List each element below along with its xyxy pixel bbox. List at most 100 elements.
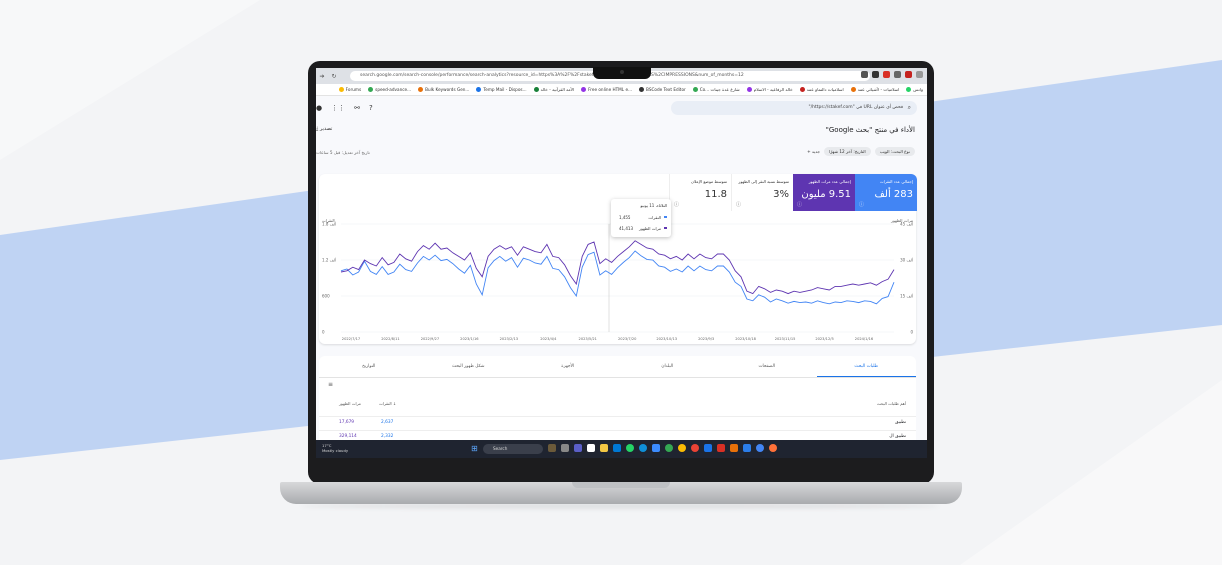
y-tick-right: 15 ألف bbox=[900, 294, 913, 299]
filter-icon[interactable]: ≡ bbox=[328, 381, 333, 388]
bookmark-item[interactable]: Bulk Keywords Gen... bbox=[418, 87, 469, 92]
metric-impressions-value: 9.51 مليون bbox=[801, 189, 851, 200]
store-icon[interactable] bbox=[613, 444, 621, 452]
help-icon[interactable]: ⓘ bbox=[859, 201, 864, 208]
firefox-icon[interactable] bbox=[769, 444, 777, 452]
bookmark-item[interactable]: خالد الرفاعيه - الاسلام bbox=[746, 87, 793, 92]
app-icon[interactable] bbox=[743, 444, 751, 452]
metric-position[interactable]: متوسط موضع الإعلان 11.8 ⓘ bbox=[669, 174, 731, 211]
bookmark-item[interactable]: واتس bbox=[906, 87, 923, 92]
x-tick-label: 2023/9/3 bbox=[698, 337, 714, 341]
taskbar-search-label: Search bbox=[493, 446, 508, 451]
extension-icon[interactable] bbox=[861, 71, 868, 78]
filter-chip-search-type[interactable]: نوع البحث: الويب bbox=[874, 147, 915, 156]
share-icon[interactable]: ⚯ bbox=[354, 104, 360, 112]
app-icon[interactable] bbox=[704, 444, 712, 452]
file-explorer-icon[interactable] bbox=[600, 444, 608, 452]
bookmark-item[interactable]: Co... شارع عدة جينات bbox=[692, 87, 740, 92]
chrome-icon[interactable] bbox=[665, 444, 673, 452]
x-tick-label: 2023/5/21 bbox=[579, 337, 597, 341]
extension-icon[interactable] bbox=[883, 71, 890, 78]
windows-start-icon[interactable]: ⊞ bbox=[471, 445, 478, 453]
metric-position-value: 11.8 bbox=[704, 189, 727, 200]
page-title: الأداء في منتج "بحث Google" bbox=[825, 126, 915, 134]
add-filter-label: جديد bbox=[811, 149, 821, 154]
bookmark-icon bbox=[338, 87, 344, 92]
bookmark-item[interactable]: speed-advance... bbox=[368, 87, 411, 92]
help-icon[interactable]: ⓘ bbox=[797, 201, 802, 208]
brave-icon[interactable] bbox=[730, 444, 738, 452]
bookmark-item[interactable]: Free online HTML e... bbox=[581, 87, 632, 92]
extension-icon[interactable] bbox=[905, 71, 912, 78]
search-icon: ⌕ bbox=[907, 104, 911, 111]
reload-icon[interactable]: ↻ bbox=[328, 73, 340, 80]
help-icon[interactable]: ? bbox=[369, 104, 373, 112]
bookmark-item[interactable]: BSCode Text Editor bbox=[639, 87, 686, 92]
bookmark-item[interactable]: اسلاميات - لأشيائي عمد bbox=[850, 87, 899, 92]
forward-icon[interactable]: ➔ bbox=[316, 73, 328, 80]
filter-chip-date[interactable]: التاريخ: آخر 12 شهرًا bbox=[824, 147, 871, 156]
bookmark-label: BSCode Text Editor bbox=[646, 87, 686, 92]
chrome-icon[interactable] bbox=[678, 444, 686, 452]
metric-clicks[interactable]: إجمالي عدد النقرات 283 ألف ⓘ bbox=[855, 174, 917, 211]
app-icon[interactable] bbox=[587, 444, 595, 452]
bookmark-icon bbox=[581, 87, 587, 92]
y-tick-right: 30 ألف bbox=[900, 258, 913, 263]
app-icon[interactable] bbox=[652, 444, 660, 452]
metric-ctr-value: 3% bbox=[773, 189, 789, 200]
account-icon[interactable]: ● bbox=[316, 104, 322, 112]
filter-row: نوع البحث: الويب التاريخ: آخر 12 شهرًا +… bbox=[807, 147, 915, 156]
x-tick-label: 2023/10/13 bbox=[656, 337, 677, 341]
taskbar-app-icon[interactable] bbox=[548, 444, 556, 452]
edge-icon[interactable] bbox=[639, 444, 647, 452]
chrome-icon[interactable] bbox=[756, 444, 764, 452]
col-header-clicks[interactable]: ↓ النقرات bbox=[379, 401, 396, 406]
metric-impressions[interactable]: إجمالي عدد مرات الظهور 9.51 مليون ⓘ bbox=[793, 174, 855, 211]
profile-icon[interactable] bbox=[916, 71, 923, 78]
col-header-impressions[interactable]: مرات الظهور bbox=[339, 401, 361, 406]
tab-1[interactable]: الصفحات bbox=[717, 356, 817, 377]
apps-grid-icon[interactable]: ⋮⋮ bbox=[331, 104, 345, 112]
chrome-icon[interactable] bbox=[691, 444, 699, 452]
tab-0[interactable]: طلبات البحث bbox=[816, 356, 916, 377]
tab-3[interactable]: الأجهزة bbox=[518, 356, 618, 377]
last-update: تاريخ آخر تعديل: قبل 5 ساعات bbox=[316, 150, 370, 155]
bookmark-item[interactable]: Temp Mail - Dispos... bbox=[476, 87, 527, 92]
taskbar-apps bbox=[548, 444, 777, 452]
cell-impressions: 329,114 bbox=[339, 434, 357, 439]
taskbar-search[interactable]: Search bbox=[483, 444, 543, 454]
y-tick-right: 45 ألف bbox=[900, 222, 913, 227]
bookmark-icon bbox=[639, 87, 645, 92]
extension-icon[interactable] bbox=[872, 71, 879, 78]
bookmark-item[interactable]: اسلاميات دالتماو عمد bbox=[799, 87, 844, 92]
whatsapp-icon[interactable] bbox=[626, 444, 634, 452]
help-icon[interactable]: ⓘ bbox=[736, 201, 741, 208]
tab-2[interactable]: البلدان bbox=[618, 356, 718, 377]
bookmark-item[interactable]: الأمة القرآنية - خالد bbox=[533, 87, 574, 92]
extension-icon[interactable] bbox=[894, 71, 901, 78]
tab-4[interactable]: شكل ظهور البحث bbox=[419, 356, 519, 377]
task-view-icon[interactable] bbox=[561, 444, 569, 452]
x-tick-label: 2023/12/5 bbox=[815, 337, 833, 341]
export-button[interactable]: ⤓ تصدير bbox=[316, 126, 332, 132]
bookmark-label: speed-advance... bbox=[375, 87, 412, 92]
tab-5[interactable]: التواريخ bbox=[319, 356, 419, 377]
teams-icon[interactable] bbox=[574, 444, 582, 452]
col-header-query[interactable]: أهم طلبات البحث bbox=[877, 401, 906, 406]
url-inspect-search[interactable]: فحص أي عنوان URL في "https://stakef.com/… bbox=[671, 101, 917, 115]
x-tick-label: 2024/1/16 bbox=[855, 337, 874, 341]
tooltip-date: الثلاثاء، 11 يونيو bbox=[640, 203, 667, 208]
bookmark-label: Forums bbox=[345, 87, 362, 92]
x-tick-label: 2023/7/20 bbox=[618, 337, 637, 341]
add-filter-button[interactable]: + جديد bbox=[807, 149, 820, 154]
metric-ctr[interactable]: متوسط نسبة النقر إلى الظهور 3% ⓘ bbox=[731, 174, 793, 211]
y-tick-left: 600 bbox=[322, 294, 330, 299]
help-icon[interactable]: ⓘ bbox=[674, 201, 679, 208]
weather-widget[interactable]: 17°C Mostly cloudy bbox=[322, 443, 348, 453]
impressions-swatch bbox=[664, 227, 667, 229]
dimension-tabs: طلبات البحث الصفحات البلدان الأجهزة شكل ظهور… bbox=[319, 356, 916, 378]
app-icon[interactable] bbox=[717, 444, 725, 452]
bookmark-item[interactable]: Forums bbox=[338, 87, 362, 92]
table-row[interactable]: تطبيق 2,637 17,679 bbox=[319, 416, 916, 430]
cell-query: تطبيق bbox=[895, 420, 906, 425]
